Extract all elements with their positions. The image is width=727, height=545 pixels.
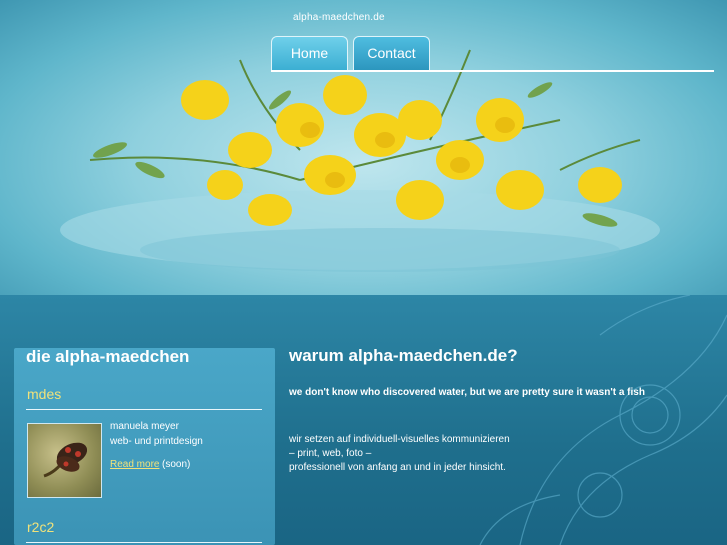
read-more-link[interactable]: Read more bbox=[110, 459, 159, 470]
divider bbox=[26, 542, 262, 543]
tagline: we don't know who discovered water, but … bbox=[289, 387, 645, 398]
site-url-text: alpha-maedchen.de bbox=[293, 12, 385, 23]
person-role: web- und printdesign bbox=[110, 436, 203, 447]
section-heading-r2c2: r2c2 bbox=[27, 519, 55, 535]
body-line: – print, web, foto – bbox=[289, 448, 372, 459]
sidebar-title: die alpha-maedchen bbox=[26, 347, 190, 366]
page-title: warum alpha-maedchen.de? bbox=[289, 346, 518, 365]
section-heading-mdes: mdes bbox=[27, 386, 62, 402]
body-line: professionell von anfang an und in jeder… bbox=[289, 462, 506, 473]
tab-contact[interactable]: Contact bbox=[353, 36, 430, 71]
sidebar: die alpha-maedchen mdes manuela meyer we… bbox=[14, 347, 275, 545]
profile-photo-butterfly bbox=[27, 423, 102, 498]
body-text: wir setzen auf individuell-visuelles kom… bbox=[289, 433, 510, 475]
tab-home[interactable]: Home bbox=[271, 36, 348, 71]
divider bbox=[26, 409, 262, 410]
butterfly-icon bbox=[43, 442, 88, 478]
nav-underline bbox=[271, 70, 714, 72]
read-more-note: (soon) bbox=[162, 459, 191, 470]
person-name: manuela meyer bbox=[110, 421, 179, 432]
body-line: wir setzen auf individuell-visuelles kom… bbox=[289, 434, 510, 445]
